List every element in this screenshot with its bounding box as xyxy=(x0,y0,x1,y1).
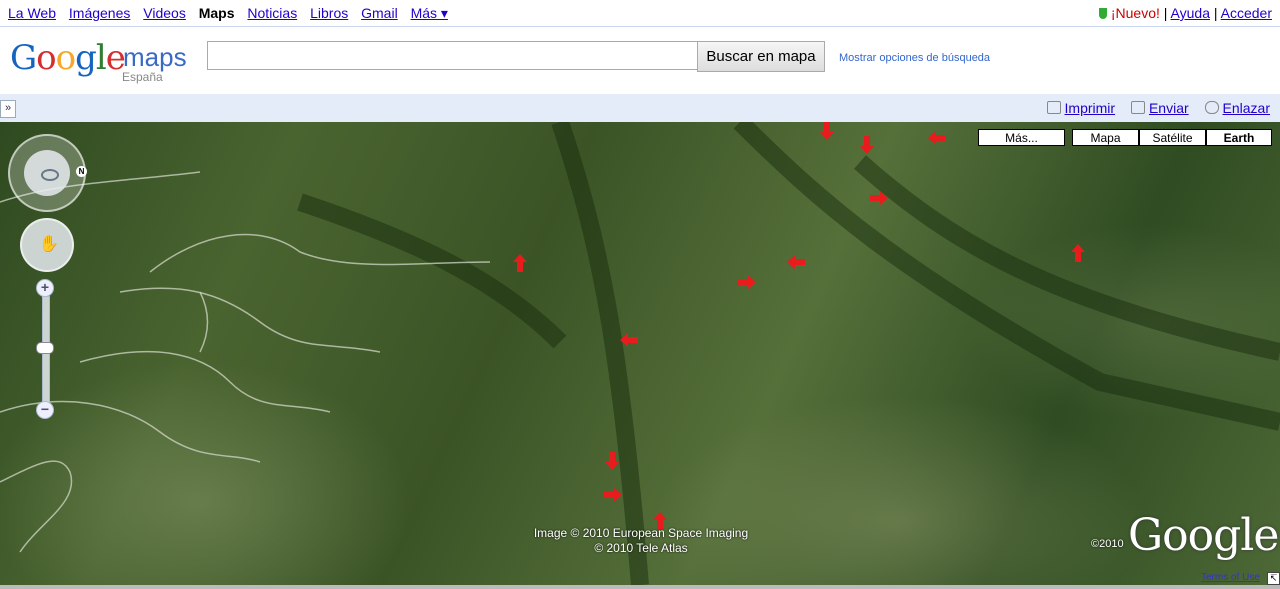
logo-maps-word: maps xyxy=(123,42,187,72)
logo-letter: o xyxy=(36,38,57,78)
send-link[interactable]: Enviar xyxy=(1149,100,1189,116)
logo-letter: o xyxy=(55,38,77,78)
credit-line: © 2010 Tele Atlas xyxy=(594,541,688,555)
printer-icon xyxy=(1046,101,1061,114)
signin-link[interactable]: Acceder xyxy=(1221,5,1272,21)
nav-videos[interactable]: Videos xyxy=(143,5,186,21)
logo-letter: l xyxy=(95,38,107,78)
terrain-overlay xyxy=(0,122,1280,585)
map-view-button[interactable]: Mapa xyxy=(1072,129,1139,146)
nav-books[interactable]: Libros xyxy=(310,5,348,21)
product-nav: La Web Imágenes Videos Maps Noticias Lib… xyxy=(8,5,457,22)
google-watermark: Google xyxy=(1128,510,1279,561)
new-link[interactable]: ¡Nuevo! xyxy=(1111,5,1160,21)
nav-web[interactable]: La Web xyxy=(8,5,56,21)
expand-map-button[interactable]: ↸ xyxy=(1267,572,1280,585)
nav-more[interactable]: Más ▾ xyxy=(411,5,448,21)
trail-line xyxy=(0,460,73,553)
account-links: ¡Nuevo! | Ayuda | Acceder xyxy=(1098,5,1272,21)
ridge-shadow xyxy=(551,122,649,585)
imagery-credit: Image © 2010 European Space Imaging © 20… xyxy=(526,526,756,556)
logo-region: España xyxy=(122,70,163,84)
earth-view-button[interactable]: Earth xyxy=(1206,129,1272,146)
share-link[interactable]: Enlazar xyxy=(1223,100,1270,116)
help-link[interactable]: Ayuda xyxy=(1171,5,1210,21)
copyright-year: ©2010 xyxy=(1091,538,1124,550)
arrow-down-marker-icon xyxy=(820,122,834,140)
toolbar-actions: Imprimir Enviar Enlazar xyxy=(1046,100,1270,116)
search-options-link[interactable]: Mostrar opciones de búsqueda xyxy=(839,52,990,64)
trail-line xyxy=(79,350,331,413)
more-layers-button[interactable]: Más... xyxy=(978,129,1065,146)
nav-news[interactable]: Noticias xyxy=(247,5,297,21)
arrow-up-marker-icon xyxy=(513,254,527,272)
labs-flask-icon xyxy=(1098,8,1107,19)
nav-gmail[interactable]: Gmail xyxy=(361,5,398,21)
trail-line xyxy=(119,287,381,353)
print-link[interactable]: Imprimir xyxy=(1065,100,1116,116)
nav-maps[interactable]: Maps xyxy=(199,5,235,21)
map-bottom-border xyxy=(0,585,1280,589)
envelope-icon xyxy=(1130,101,1145,114)
satellite-view-button[interactable]: Satélite xyxy=(1139,129,1206,146)
zoom-out-button[interactable]: − xyxy=(36,401,54,419)
arrow-down-marker-icon xyxy=(860,136,874,154)
google-logo[interactable]: Google xyxy=(10,38,126,78)
arrow-left-marker-icon xyxy=(787,255,805,269)
zoom-slider-handle[interactable] xyxy=(36,342,54,354)
terms-of-use-link[interactable]: Terms of Use xyxy=(1201,572,1260,583)
zoom-in-button[interactable]: + xyxy=(36,279,54,297)
north-reset-button[interactable]: N xyxy=(76,166,87,177)
top-navigation-bar: La Web Imágenes Videos Maps Noticias Lib… xyxy=(0,0,1280,27)
ridge-shadow xyxy=(854,155,1280,361)
arrow-right-marker-icon xyxy=(604,488,622,502)
hand-pan-icon: ✋ xyxy=(39,236,59,253)
arrow-down-marker-icon xyxy=(605,452,619,470)
map-type-selector: Más... Mapa Satélite Earth xyxy=(978,129,1272,146)
logo-letter: G xyxy=(10,38,37,78)
arrow-up-marker-icon xyxy=(1071,244,1085,262)
arrow-left-marker-icon xyxy=(928,131,946,145)
logo-letter: g xyxy=(75,38,97,78)
chain-link-icon xyxy=(1204,101,1219,114)
look-around-control[interactable] xyxy=(8,134,86,212)
trail-line xyxy=(199,291,209,353)
search-map-button[interactable]: Buscar en mapa xyxy=(697,41,825,72)
pan-control[interactable]: ✋ xyxy=(20,218,74,272)
map-search-input[interactable] xyxy=(207,41,697,70)
earth-map-view[interactable]: Más... Mapa Satélite Earth N ✋ + − Image… xyxy=(0,122,1280,585)
credit-line: Image © 2010 European Space Imaging xyxy=(533,526,749,540)
separator: | xyxy=(1213,5,1218,21)
nav-images[interactable]: Imágenes xyxy=(69,5,130,21)
map-toolbar: » Imprimir Enviar Enlazar xyxy=(0,94,1280,123)
separator: | xyxy=(1163,5,1168,21)
eye-icon xyxy=(41,169,59,181)
arrow-right-marker-icon xyxy=(738,275,756,289)
expand-panel-button[interactable]: » xyxy=(0,100,16,118)
